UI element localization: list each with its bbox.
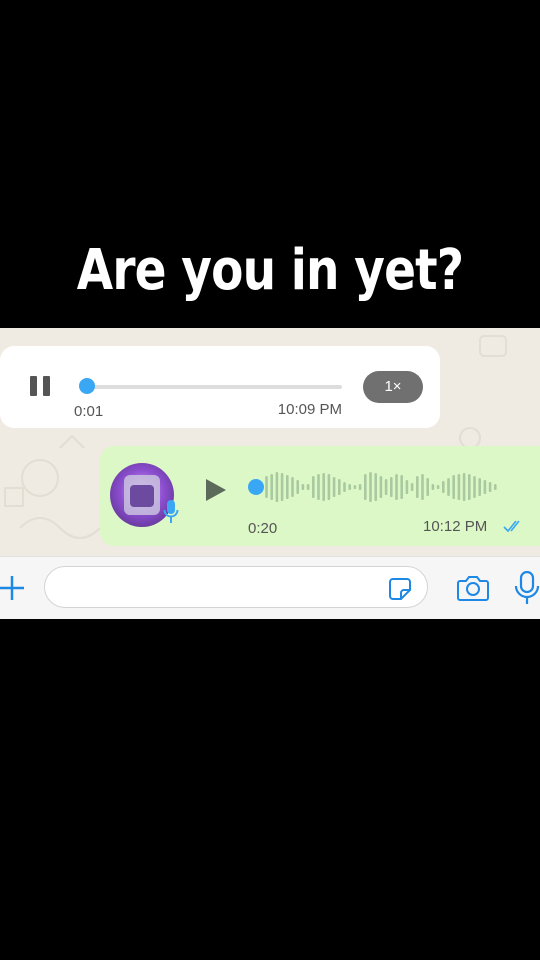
waveform-bar	[457, 474, 461, 500]
incoming-progress-track[interactable]	[86, 385, 342, 389]
waveform-bar	[379, 476, 383, 498]
avatar-image-figure	[130, 485, 154, 507]
waveform-bar	[312, 476, 315, 498]
incoming-sent-time: 10:09 PM	[277, 401, 342, 418]
waveform-bar	[390, 477, 393, 497]
waveform-bar	[426, 478, 429, 496]
waveform-bar	[395, 474, 398, 500]
waveform-bar	[405, 480, 409, 494]
waveform-bar	[343, 482, 346, 492]
double-check-icon	[503, 520, 520, 533]
waveform-bar	[358, 484, 362, 490]
pause-icon	[30, 376, 37, 396]
microphone-badge-icon	[163, 500, 179, 523]
waveform-bar	[452, 475, 455, 499]
voice-waveform[interactable]	[246, 470, 516, 504]
waveform-bar	[265, 476, 268, 498]
waveform-bar	[442, 481, 445, 493]
pause-button[interactable]	[30, 376, 52, 396]
play-button[interactable]	[204, 477, 228, 503]
waveform-bar	[338, 479, 341, 495]
waveform-bar	[322, 473, 325, 501]
waveform-bar	[332, 477, 336, 497]
waveform-bar	[275, 472, 279, 502]
waveform-bar	[488, 482, 492, 492]
waveform-bar	[494, 484, 497, 490]
incoming-progress-handle[interactable]	[79, 378, 95, 394]
outgoing-duration: 0:20	[248, 520, 278, 537]
message-text-field[interactable]	[44, 566, 428, 608]
waveform-bar	[473, 476, 476, 498]
play-icon	[206, 479, 226, 501]
waveform-bar	[416, 476, 419, 498]
waveform-bar	[270, 474, 273, 500]
waveform-bar	[468, 474, 471, 500]
waveform-bar	[296, 480, 299, 494]
outgoing-progress-handle[interactable]	[248, 479, 264, 495]
playback-speed-button[interactable]: 1×	[363, 371, 423, 403]
waveform-bar	[301, 484, 305, 490]
caption-title: Are you in yet?	[76, 238, 464, 303]
pause-icon-bar	[43, 376, 50, 396]
waveform-bar	[483, 480, 487, 494]
waveform-bar	[384, 479, 388, 495]
waveform-bar	[462, 473, 466, 501]
sticker-icon[interactable]	[388, 577, 412, 601]
waveform-bar	[327, 474, 331, 500]
waveform-bar	[291, 477, 294, 497]
waveform-bar	[364, 474, 367, 500]
incoming-elapsed-time: 0:01	[74, 403, 104, 420]
waveform-bar	[478, 478, 481, 496]
incoming-voice-message: 0:01 10:09 PM 1×	[0, 346, 440, 428]
waveform-bar	[436, 485, 440, 489]
outgoing-voice-message: 0:20 10:12 PM	[100, 446, 540, 546]
waveform-bar	[286, 475, 289, 499]
waveform-bar	[306, 484, 310, 490]
chat-area: 0:01 10:09 PM 1× 0:20 10:12 PM	[0, 328, 540, 556]
waveform-bar	[421, 474, 424, 500]
waveform-bar	[317, 474, 320, 500]
waveform-bar	[400, 475, 403, 499]
waveform-bar	[280, 473, 284, 501]
waveform-bar	[447, 478, 450, 496]
waveform-bar	[369, 472, 372, 502]
waveform-bar	[431, 484, 435, 490]
outgoing-sent-time: 10:12 PM	[423, 518, 488, 535]
camera-icon[interactable]	[457, 574, 489, 602]
plus-icon[interactable]	[0, 573, 26, 603]
message-input-bar	[0, 556, 540, 619]
waveform-bar	[410, 483, 414, 491]
waveform-bar	[353, 485, 357, 489]
waveform-bar	[348, 484, 351, 490]
waveform-bar	[374, 473, 377, 501]
microphone-icon[interactable]	[514, 571, 540, 605]
